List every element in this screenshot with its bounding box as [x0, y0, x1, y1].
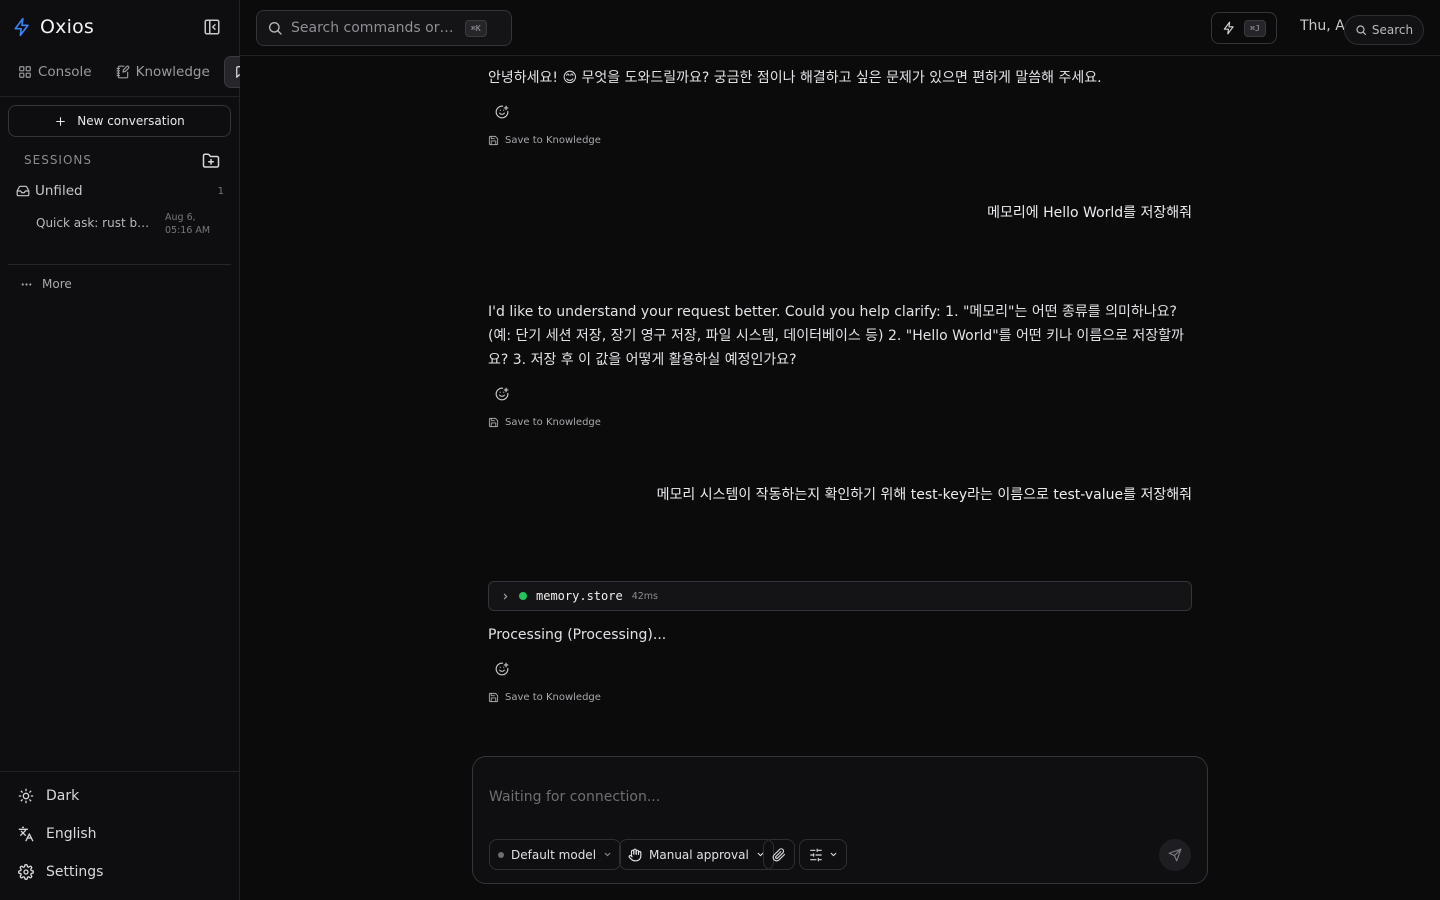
composer-placeholder: Waiting for connection... [489, 789, 661, 805]
options-selector[interactable] [799, 839, 847, 870]
save-to-knowledge-button[interactable]: Save to Knowledge [488, 135, 601, 146]
quick-shortcut: ⌘J [1244, 19, 1266, 37]
sidebar-divider [0, 96, 239, 97]
sessions-heading: SESSIONS [24, 153, 93, 167]
session-item[interactable]: Quick ask: rust borro… Aug 6, 05:16 AM [36, 210, 226, 240]
model-label: Default model [511, 847, 597, 862]
lightning-logo-icon [12, 17, 32, 37]
grid-icon [18, 65, 32, 79]
assistant-message: 안녕하세요! 😊 무엇을 도와드릴까요? 궁금한 점이나 해결하고 싶은 문제가… [488, 70, 1102, 86]
save-to-knowledge-label: Save to Knowledge [505, 692, 601, 703]
attach-button[interactable] [763, 839, 795, 870]
sliders-icon [809, 848, 823, 862]
chat-thread: 안녕하세요! 😊 무엇을 도와드릴까요? 궁금한 점이나 해결하고 싶은 문제가… [240, 57, 1440, 900]
sidebar: Oxios Console Knowledge New conversation… [0, 0, 240, 900]
chevron-down-icon [604, 852, 611, 857]
search-icon [1355, 24, 1367, 36]
settings-label: Settings [46, 864, 104, 880]
settings-button[interactable]: Settings [18, 864, 103, 880]
language-selector[interactable]: English [18, 826, 97, 842]
new-conversation-button[interactable]: New conversation [8, 105, 231, 137]
notebook-pen-icon [116, 65, 130, 79]
chevron-right-icon [503, 593, 508, 599]
smile-plus-icon[interactable] [495, 662, 509, 676]
save-to-knowledge-label: Save to Knowledge [505, 417, 601, 428]
assistant-message: Processing (Processing)... [488, 627, 667, 643]
plus-icon [54, 115, 67, 128]
more-label: More [42, 277, 72, 291]
folder-plus-icon[interactable] [202, 152, 220, 170]
tool-name: memory.store [536, 589, 623, 603]
folder-count: 1 [217, 185, 224, 197]
user-message: 메모리 시스템이 작동하는지 확인하기 위해 test-key라는 이름으로 t… [656, 487, 1192, 503]
send-icon [1168, 848, 1182, 862]
tab-chat[interactable] [223, 56, 240, 88]
languages-icon [18, 826, 34, 842]
search-button[interactable]: Search [1344, 15, 1424, 45]
session-time: Aug 6, 05:16 AM [165, 212, 211, 236]
smile-plus-icon[interactable] [495, 387, 509, 401]
paperclip-icon [772, 847, 786, 862]
tab-console[interactable]: Console [8, 56, 102, 88]
app-name: Oxios [40, 16, 95, 38]
command-search-input[interactable]: Search commands or type … ⌘K [256, 10, 512, 46]
save-to-knowledge-button[interactable]: Save to Knowledge [488, 692, 601, 703]
model-selector[interactable]: Default model [489, 839, 622, 870]
tab-knowledge[interactable]: Knowledge [106, 56, 220, 88]
smile-plus-icon[interactable] [495, 105, 509, 119]
search-button-label: Search [1371, 23, 1414, 37]
app-root: Oxios Console Knowledge New conversation… [0, 0, 1440, 900]
tab-knowledge-label: Knowledge [135, 64, 210, 80]
command-search-placeholder: Search commands or type … [291, 20, 457, 36]
language-label: English [46, 826, 97, 842]
save-to-knowledge-label: Save to Knowledge [505, 135, 601, 146]
topbar: Search commands or type … ⌘K ⌘J Thu, Au … [240, 0, 1440, 56]
assistant-message: I'd like to understand your request bett… [488, 304, 1184, 368]
session-title: Quick ask: rust borro… [36, 216, 156, 230]
message-composer[interactable]: Waiting for connection... Default model … [472, 756, 1208, 884]
search-shortcut: ⌘K [465, 19, 487, 37]
new-conversation-label: New conversation [77, 114, 185, 128]
lightning-icon [1222, 21, 1236, 35]
folder-unfiled[interactable]: Unfiled 1 [16, 181, 224, 201]
user-message: 메모리에 Hello World를 저장해줘 [987, 205, 1192, 221]
more-button[interactable]: More [20, 277, 72, 291]
tab-console-label: Console [38, 64, 92, 80]
sidebar-divider [8, 264, 231, 265]
sidebar-collapse-icon[interactable] [203, 18, 223, 38]
tool-call-card[interactable]: memory.store 42ms [488, 581, 1192, 611]
inbox-icon [16, 184, 30, 198]
save-to-knowledge-button[interactable]: Save to Knowledge [488, 417, 601, 428]
model-status-dot [498, 851, 504, 858]
approval-mode-selector[interactable]: Manual approval [619, 839, 774, 870]
quick-action-button[interactable]: ⌘J [1211, 12, 1277, 44]
ellipsis-icon [20, 278, 33, 291]
sidebar-divider [0, 771, 239, 772]
theme-label: Dark [46, 788, 80, 804]
chevron-down-icon [830, 852, 836, 857]
nav-tabs: Console Knowledge [8, 56, 240, 88]
brand[interactable]: Oxios [12, 16, 94, 38]
tool-status-dot [519, 592, 527, 600]
date-display: Thu, Au [1300, 18, 1344, 34]
folder-label: Unfiled [35, 183, 83, 199]
save-icon [488, 135, 499, 146]
theme-toggle[interactable]: Dark [18, 788, 79, 804]
gear-icon [18, 864, 34, 880]
save-icon [488, 692, 499, 703]
tool-duration: 42ms [631, 590, 658, 602]
search-icon [267, 20, 283, 36]
approval-label: Manual approval [649, 847, 749, 862]
hand-icon [628, 848, 642, 862]
send-button[interactable] [1159, 839, 1191, 871]
save-icon [488, 417, 499, 428]
sun-icon [18, 788, 34, 804]
